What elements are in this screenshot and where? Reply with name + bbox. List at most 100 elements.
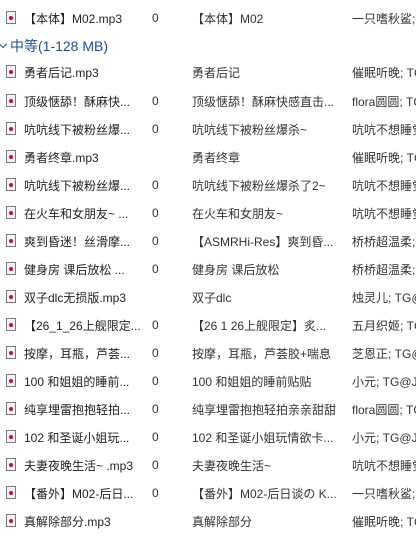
file-artist: 吭吭不想睡觉 [352,178,416,193]
file-title: 夫妻夜晚生活~ [192,458,272,473]
file-title: 按摩，耳瓶，芦荟胶+喘息 [192,346,332,361]
file-artist: 小元; TG@J [352,430,416,445]
file-name: 健身房 课后放松 ... [24,262,125,277]
file-row[interactable]: 健身房 课后放松 ... 0 健身房 课后放松 桥桥超温柔; [0,255,416,283]
file-name: 双子dlc无损版.mp3 [24,290,127,305]
file-name: 按摩，耳瓶，芦荟... [24,346,131,361]
file-name: 勇者后记.mp3 [24,65,99,80]
group-header[interactable]: 中等(1-128 MB) [0,33,416,59]
audio-file-icon [6,402,18,416]
audio-file-icon [6,346,18,360]
audio-file-icon [6,206,18,220]
file-name: 勇者终章.mp3 [24,150,99,165]
file-number: 0 [152,318,159,332]
file-title: 双子dlc [192,290,232,305]
file-title: 纯享埋雷抱抱轻拍亲亲甜甜 [192,402,337,417]
file-row[interactable]: 102 和圣诞小姐玩... 0 102 和圣诞小姐玩情欲卡... 小元; TG@… [0,423,416,451]
file-name: 在火车和女朋友~ ... [24,206,129,221]
file-row[interactable]: 真解除部分.mp3 真解除部分 催眠听晚; TG [0,507,416,535]
file-number: 0 [152,402,159,416]
file-number: 0 [152,486,159,500]
audio-file-icon [6,11,18,25]
file-row[interactable]: 在火车和女朋友~ ... 0 在火车和女朋友~ 吭吭不想睡觉 [0,199,416,227]
file-name: 【本体】M02.mp3 [24,11,123,26]
file-number: 0 [152,206,159,220]
file-row[interactable]: 纯享埋雷抱抱轻拍... 0 纯享埋雷抱抱轻拍亲亲甜甜 flora圆圆; TG [0,395,416,423]
file-title: 吭吭线下被粉丝爆杀~ [192,122,308,137]
file-name: 【26_1_26上舰限定... [24,318,141,333]
audio-file-icon [6,234,18,248]
audio-file-icon [6,290,18,304]
file-name: 吭吭线下被粉丝爆... [24,122,131,137]
file-number: 0 [152,11,159,25]
file-title: 顶级惬舔！酥麻快感直击... [192,94,335,109]
file-number: 0 [152,234,159,248]
audio-file-icon [6,374,18,388]
file-artist: 一只嗜秋鲨; [352,11,416,26]
file-artist: 桥桥超温柔; [352,234,416,249]
file-row[interactable]: 【番外】M02-后日... 0 【番外】M02-后日谈の K... 一只嗜秋鲨; [0,479,416,507]
file-artist: 催眠听晚; TG [352,514,416,529]
file-row[interactable]: 按摩，耳瓶，芦荟... 0 按摩，耳瓶，芦荟胶+喘息 芝恩正; TG@ [0,339,416,367]
file-title: 【番外】M02-后日谈の K... [192,486,337,501]
audio-file-icon [6,65,18,79]
file-row[interactable]: 夫妻夜晚生活~ .mp3 0 夫妻夜晚生活~ 吭吭不想睡觉 [0,451,416,479]
file-artist: 芝恩正; TG@ [352,346,416,361]
file-title: 真解除部分 [192,514,253,529]
file-number: 0 [152,374,159,388]
file-row[interactable]: 吭吭线下被粉丝爆... 0 吭吭线下被粉丝爆杀了2~ 吭吭不想睡觉 [0,171,416,199]
file-title: 勇者后记 [192,65,241,80]
file-row[interactable]: 勇者后记.mp3 勇者后记 催眠听晚; TG [0,58,416,86]
file-title: 102 和圣诞小姐玩情欲卡... [192,430,334,445]
file-title: 勇者终章 [192,150,241,165]
audio-file-icon [6,178,18,192]
file-artist: 催眠听晚; TG [352,65,416,80]
file-row[interactable]: 吭吭线下被粉丝爆... 0 吭吭线下被粉丝爆杀~ 吭吭不想睡觉 [0,115,416,143]
audio-file-icon [6,150,18,164]
file-number: 0 [152,122,159,136]
file-number: 0 [152,430,159,444]
file-number: 0 [152,94,159,108]
file-name: 102 和圣诞小姐玩... [24,430,130,445]
audio-file-icon [6,486,18,500]
file-row[interactable]: 双子dlc无损版.mp3 双子dlc 烛灵儿; TG@ [0,283,416,311]
chevron-down-icon[interactable] [0,41,8,49]
file-name: 真解除部分.mp3 [24,514,111,529]
file-artist: 桥桥超温柔; [352,262,416,277]
audio-file-icon [6,318,18,332]
file-row[interactable]: 【本体】M02.mp3 0 【本体】M02 一只嗜秋鲨; [0,4,416,32]
file-title: 在火车和女朋友~ [192,206,284,221]
file-artist: flora圆圆; TG [352,402,416,417]
file-name: 100 和姐姐的睡前... [24,374,130,389]
file-name: 纯享埋雷抱抱轻拍... [24,402,131,417]
file-title: 100 和姐姐的睡前贴贴 [192,374,312,389]
file-artist: 一只嗜秋鲨; [352,486,416,501]
audio-file-icon [6,430,18,444]
file-artist: 烛灵儿; TG@ [352,290,416,305]
file-row[interactable]: 爽到昏迷！丝滑摩... 0 【ASMRHi-Res】爽到昏... 桥桥超温柔; [0,227,416,255]
audio-file-icon [6,458,18,472]
file-row[interactable]: 顶级惬舔！酥麻快... 0 顶级惬舔！酥麻快感直击... flora圆圆; TG [0,87,416,115]
file-artist: flora圆圆; TG [352,94,416,109]
file-artist: 催眠听晚; TG [352,150,416,165]
file-artist: 吭吭不想睡觉 [352,122,416,137]
file-number: 0 [152,346,159,360]
file-row[interactable]: 【26_1_26上舰限定... 0 【26 1 26上舰限定】炙... 五月织姬… [0,311,416,339]
file-title: 【本体】M02 [192,11,264,26]
file-title: 健身房 课后放松 [192,262,280,277]
file-artist: 吭吭不想睡觉 [352,458,416,473]
audio-file-icon [6,122,18,136]
group-label: 中等(1-128 MB) [10,38,109,54]
file-number: 0 [152,262,159,276]
file-row[interactable]: 100 和姐姐的睡前... 0 100 和姐姐的睡前贴贴 小元; TG@J [0,367,416,395]
file-artist: 五月织姬; TG [352,318,416,333]
file-row[interactable]: 勇者终章.mp3 勇者终章 催眠听晚; TG [0,143,416,171]
file-title: 吭吭线下被粉丝爆杀了2~ [192,178,326,193]
audio-file-icon [6,514,18,528]
audio-file-icon [6,262,18,276]
file-artist: 小元; TG@J [352,374,416,389]
file-number: 0 [152,178,159,192]
file-name: 【番外】M02-后日... [24,486,134,501]
file-name: 爽到昏迷！丝滑摩... [24,234,131,249]
file-title: 【26 1 26上舰限定】炙... [192,318,327,333]
